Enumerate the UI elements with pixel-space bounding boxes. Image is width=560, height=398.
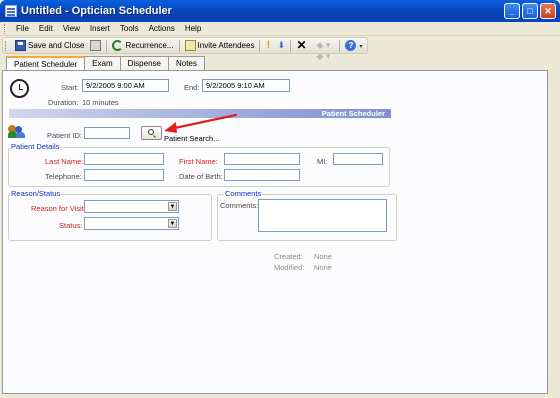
toolbar-separator xyxy=(106,39,108,52)
telephone-field[interactable] xyxy=(84,169,164,181)
toolbar-separator xyxy=(178,39,180,52)
menu-view[interactable]: View xyxy=(58,24,85,33)
window-controls: _ □ ✕ xyxy=(504,3,556,19)
chevron-down-icon[interactable]: ▼ xyxy=(168,202,177,211)
delete-button[interactable]: ✕ xyxy=(293,39,309,53)
print-icon xyxy=(90,40,102,51)
start-label: Start: xyxy=(61,83,79,92)
comments-textarea[interactable] xyxy=(258,199,387,232)
modified-value: None xyxy=(314,263,332,272)
patient-id-field[interactable] xyxy=(84,127,130,139)
first-name-label: First Name: xyxy=(179,157,218,166)
status-select[interactable]: ▼ xyxy=(84,217,179,230)
tab-exam[interactable]: Exam xyxy=(84,56,121,70)
app-icon xyxy=(5,5,17,17)
invite-icon xyxy=(184,40,196,51)
delete-icon: ✕ xyxy=(296,38,307,52)
patient-scheduler-panel: Start: 9/2/2005 9:00 AM End: 9/2/2005 9:… xyxy=(2,70,548,394)
toolbar-grip[interactable] xyxy=(5,40,8,51)
comments-title: Comments xyxy=(224,189,263,198)
window-title: Untitled - Optician Scheduler xyxy=(21,5,172,17)
exclamation-icon: ! xyxy=(266,39,271,51)
menu-edit[interactable]: Edit xyxy=(34,24,58,33)
first-name-field[interactable] xyxy=(224,153,300,165)
duration-label: Duration: xyxy=(48,98,79,107)
navigation-buttons: ◆ ▾ ◆ ▾ xyxy=(309,39,337,61)
search-icon xyxy=(147,129,154,135)
telephone-label: Telephone: xyxy=(45,172,82,181)
print-button[interactable] xyxy=(87,39,104,53)
menu-actions[interactable]: Actions xyxy=(144,24,180,33)
recurrence-button[interactable]: Recurrence... xyxy=(109,39,176,53)
menu-tools[interactable]: Tools xyxy=(115,24,144,33)
date-of-birth-label: Date of Birth: xyxy=(179,172,223,181)
toolbar-separator xyxy=(259,39,261,52)
save-and-close-button[interactable]: Save and Close xyxy=(12,39,87,53)
menu-grip[interactable] xyxy=(4,23,7,34)
tab-notes[interactable]: Notes xyxy=(167,56,205,70)
end-field[interactable]: 9/2/2005 9:10 AM xyxy=(202,79,290,92)
created-label: Created: xyxy=(274,252,303,261)
reason-status-title: Reason/Status xyxy=(10,189,62,198)
mi-field[interactable] xyxy=(333,153,383,165)
importance-low-button[interactable]: ⬇ xyxy=(274,39,288,53)
menu-file[interactable]: File xyxy=(11,24,34,33)
created-value: None xyxy=(314,252,332,261)
down-arrow-icon: ⬇ xyxy=(277,40,286,50)
modified-label: Modified: xyxy=(274,263,305,272)
toolbar-separator xyxy=(339,39,341,52)
chevron-down-icon[interactable]: ▼ xyxy=(168,219,177,228)
last-name-field[interactable] xyxy=(84,153,164,165)
minimize-button[interactable]: _ xyxy=(504,3,520,19)
nav-arrows-icon: ◆ ▾ ◆ ▾ xyxy=(316,40,331,61)
invite-attendees-button[interactable]: Invite Attendees xyxy=(182,39,258,53)
annotation-arrow-icon xyxy=(164,113,238,133)
patient-search-button[interactable] xyxy=(141,126,162,140)
duration-value: 10 minutes xyxy=(82,98,119,107)
save-icon xyxy=(15,40,26,51)
status-label: Status: xyxy=(59,221,83,230)
toolbar: Save and Close Recurrence... Invite Atte… xyxy=(2,37,369,61)
invite-attendees-label: Invite Attendees xyxy=(197,41,255,50)
close-button[interactable]: ✕ xyxy=(540,3,556,19)
mi-label: MI: xyxy=(317,157,328,166)
last-name-label: Last Name: xyxy=(45,157,84,166)
menu-help[interactable]: Help xyxy=(180,24,206,33)
end-label: End: xyxy=(184,83,200,92)
importance-high-button[interactable]: ! xyxy=(262,39,274,53)
patients-icon xyxy=(8,125,26,138)
tab-patient-scheduler[interactable]: Patient Scheduler xyxy=(6,56,86,71)
toolbar-separator xyxy=(290,39,292,52)
tab-strip: Patient Scheduler Exam Dispense Notes xyxy=(6,56,205,71)
clock-icon xyxy=(10,79,29,98)
menu-bar: File Edit View Insert Tools Actions Help xyxy=(0,22,560,36)
maximize-button[interactable]: □ xyxy=(522,3,538,19)
start-field[interactable]: 9/2/2005 9:00 AM xyxy=(82,79,169,92)
menu-insert[interactable]: Insert xyxy=(85,24,115,33)
recurrence-label: Recurrence... xyxy=(125,41,174,50)
reason-for-visit-label: Reason for Visit: xyxy=(31,204,86,213)
reason-for-visit-select[interactable]: ▼ xyxy=(84,200,179,213)
patient-id-label: Patient ID: xyxy=(47,131,83,140)
toolbar-overflow-icon[interactable]: ▾ xyxy=(359,40,363,51)
comments-label: Comments: xyxy=(220,201,259,210)
help-button[interactable]: ? xyxy=(342,39,359,53)
recurrence-icon xyxy=(112,40,124,51)
date-of-birth-field[interactable] xyxy=(224,169,300,181)
help-icon: ? xyxy=(345,40,357,51)
title-bar: Untitled - Optician Scheduler _ □ ✕ xyxy=(0,0,560,22)
save-and-close-label: Save and Close xyxy=(28,41,85,50)
patient-details-title: Patient Details xyxy=(10,142,61,151)
tab-dispense[interactable]: Dispense xyxy=(119,56,169,70)
